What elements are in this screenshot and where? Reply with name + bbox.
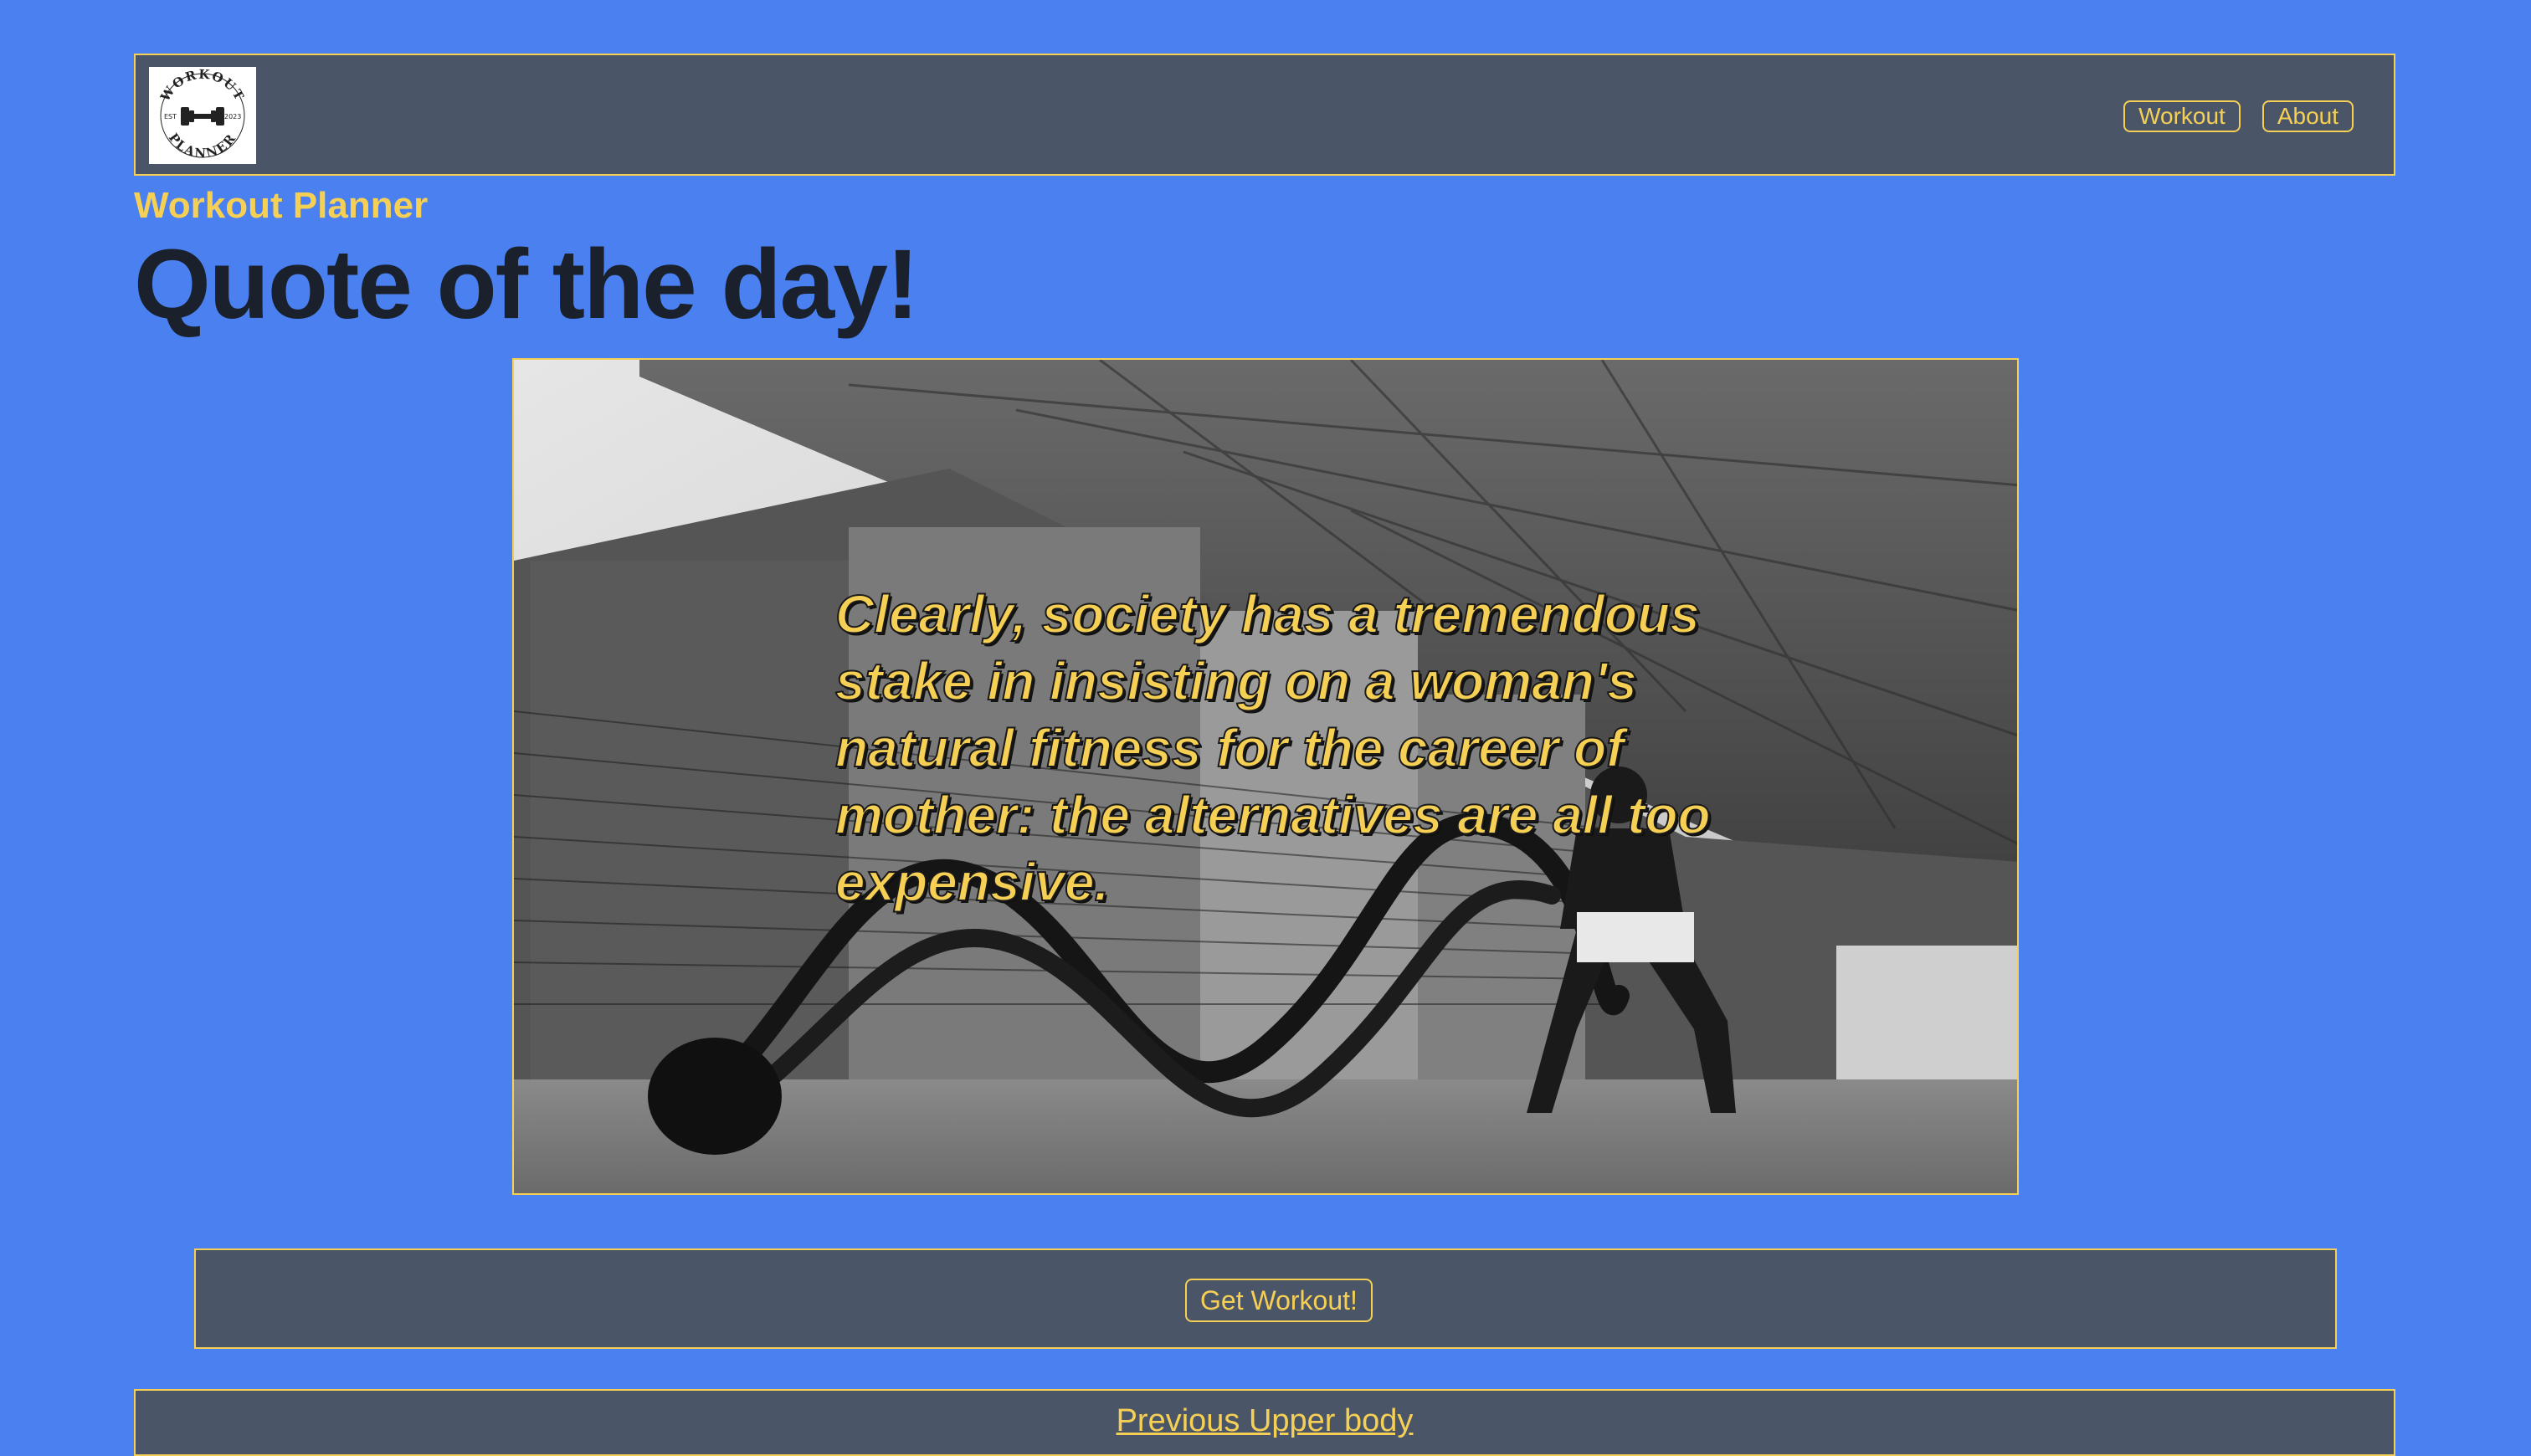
- logo-text-bottom: PLANNER: [166, 131, 238, 161]
- workout-planner-logo[interactable]: WORKOUT PLANNER EST 2023: [149, 67, 256, 164]
- logo-text-right: 2023: [224, 113, 241, 120]
- previous-workout-link[interactable]: Previous Upper body: [1117, 1402, 1414, 1439]
- nav-links: Workout About: [2123, 100, 2354, 132]
- svg-text:PLANNER: PLANNER: [166, 131, 239, 161]
- svg-text:WORKOUT: WORKOUT: [157, 67, 248, 105]
- nav-about-link[interactable]: About: [2261, 100, 2354, 132]
- brand-title: Workout Planner: [134, 185, 429, 226]
- page-title: Quote of the day!: [134, 229, 919, 340]
- action-bar: Get Workout!: [194, 1248, 2337, 1349]
- dumbbell-icon: [181, 107, 224, 126]
- quote-text: Clearly, society has a tremendous stake …: [834, 583, 1712, 913]
- nav-workout-link[interactable]: Workout: [2123, 100, 2241, 132]
- history-bar: Previous Upper body: [134, 1389, 2395, 1456]
- get-workout-button[interactable]: Get Workout!: [1185, 1279, 1373, 1322]
- logo-text-left: EST: [164, 113, 177, 120]
- quote-hero-image: Clearly, society has a tremendous stake …: [512, 358, 2019, 1195]
- logo-text-top: WORKOUT: [157, 67, 246, 105]
- top-navbar: WORKOUT PLANNER EST 2023 Workout About: [134, 54, 2395, 176]
